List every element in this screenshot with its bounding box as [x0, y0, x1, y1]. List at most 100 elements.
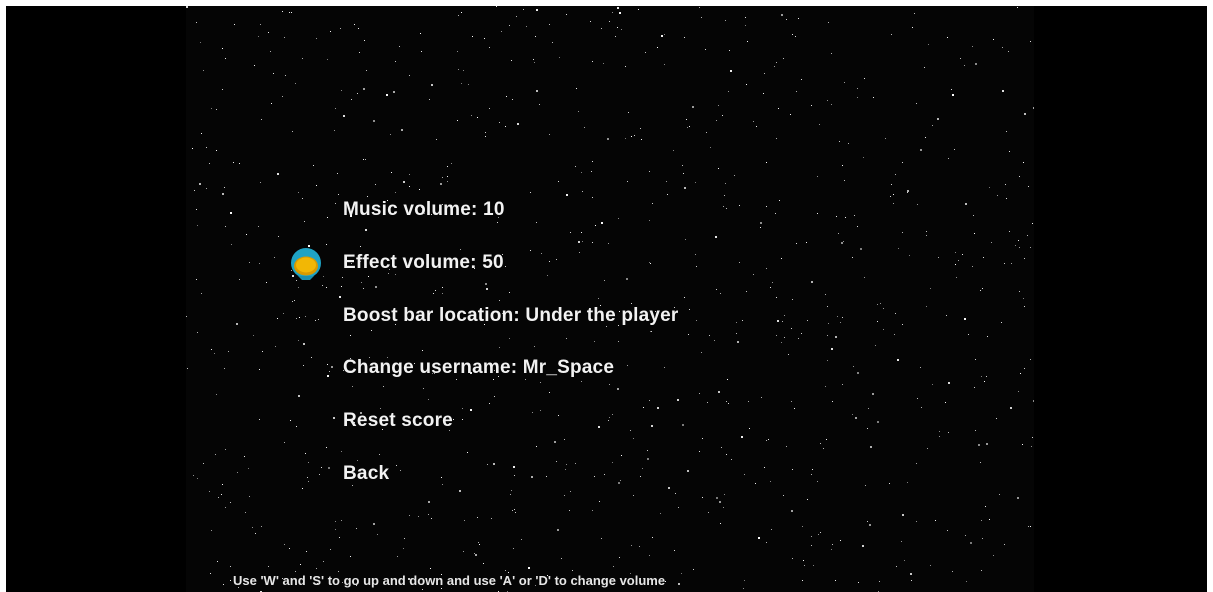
star	[901, 541, 902, 542]
controls-help-text: Use 'W' and 'S' to go up and down and us…	[233, 573, 666, 588]
star	[234, 24, 235, 25]
star	[581, 172, 582, 173]
star	[203, 463, 204, 464]
star	[862, 545, 864, 547]
star	[1006, 198, 1007, 199]
star	[549, 24, 550, 25]
star	[513, 548, 514, 549]
star	[673, 150, 674, 151]
star	[883, 308, 884, 309]
star	[359, 52, 360, 53]
star	[431, 84, 433, 86]
star	[431, 518, 432, 519]
star	[831, 53, 832, 54]
star	[289, 548, 290, 549]
star	[748, 401, 749, 402]
star	[221, 494, 222, 495]
star	[225, 226, 226, 227]
star	[501, 31, 502, 32]
star	[964, 318, 966, 320]
star	[657, 47, 658, 48]
star	[536, 9, 538, 11]
star	[813, 565, 814, 566]
star	[300, 564, 301, 565]
star	[702, 438, 703, 439]
star	[395, 192, 396, 193]
star	[784, 315, 785, 316]
star	[807, 320, 808, 321]
star	[689, 126, 690, 127]
star	[928, 44, 929, 45]
star	[218, 497, 219, 498]
star	[695, 254, 696, 255]
star	[696, 266, 697, 267]
star	[1030, 247, 1031, 248]
star	[489, 47, 490, 48]
star	[485, 136, 486, 137]
star	[268, 32, 269, 33]
star	[935, 520, 936, 521]
star	[746, 84, 747, 85]
star	[682, 165, 683, 166]
star	[792, 299, 793, 300]
star	[341, 90, 342, 91]
star	[879, 581, 880, 582]
menu-item-change-username[interactable]: Change username: Mr_Space	[343, 355, 679, 408]
star	[782, 321, 783, 322]
star	[308, 481, 309, 482]
star	[755, 483, 756, 484]
star	[559, 57, 560, 58]
star	[801, 79, 802, 80]
star	[854, 215, 855, 216]
star	[1008, 51, 1009, 52]
star	[806, 242, 807, 243]
star	[1030, 526, 1031, 527]
menu-item-effect-volume[interactable]: Effect volume: 50	[343, 250, 679, 303]
menu-item-music-volume[interactable]: Music volume: 10	[343, 197, 679, 250]
star	[795, 36, 796, 37]
star	[617, 27, 618, 28]
star	[1032, 437, 1033, 438]
star	[872, 393, 874, 395]
star	[186, 6, 188, 8]
star	[661, 35, 663, 37]
star	[699, 393, 700, 394]
star	[987, 336, 988, 337]
star	[628, 112, 629, 113]
star	[1002, 47, 1003, 48]
menu-item-boost-bar-location[interactable]: Boost bar location: Under the player	[343, 303, 679, 356]
menu-item-reset-score[interactable]: Reset score	[343, 408, 679, 461]
star	[897, 359, 899, 361]
star	[766, 162, 767, 163]
star	[572, 570, 573, 571]
star	[996, 418, 997, 419]
star	[917, 398, 918, 399]
star	[578, 111, 579, 112]
star	[939, 431, 940, 432]
star	[902, 514, 904, 516]
star	[356, 528, 357, 529]
star	[812, 469, 813, 470]
star	[832, 401, 833, 402]
star	[327, 364, 328, 365]
star	[1002, 90, 1004, 92]
star	[641, 139, 642, 140]
star	[937, 118, 939, 120]
star	[761, 397, 762, 398]
star	[215, 454, 216, 455]
star	[986, 376, 987, 377]
star	[638, 9, 639, 10]
star	[991, 242, 992, 243]
star	[613, 566, 614, 567]
star	[262, 351, 263, 352]
star	[798, 18, 799, 19]
star	[974, 233, 975, 234]
star	[907, 482, 908, 483]
star	[974, 387, 975, 388]
star	[734, 175, 735, 176]
star	[975, 430, 976, 431]
star	[699, 7, 700, 8]
star	[916, 521, 917, 522]
menu-item-back[interactable]: Back	[343, 461, 679, 514]
star	[840, 322, 841, 323]
